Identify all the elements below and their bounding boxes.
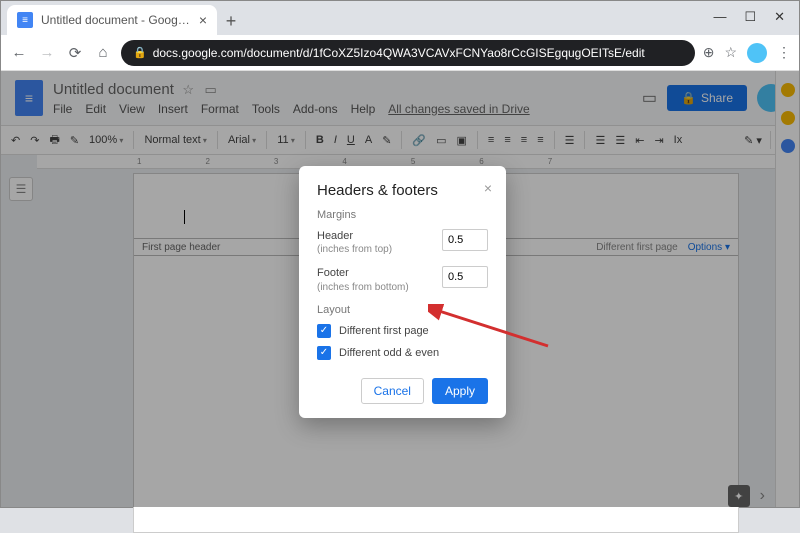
checkbox-checked-icon: ✓ [317, 324, 331, 338]
url-text: docs.google.com/document/d/1fCoXZ5Izo4QW… [153, 46, 645, 60]
footer-margin-label: Footer [317, 266, 409, 280]
footer-margin-input[interactable] [442, 266, 488, 288]
tab-close-icon[interactable]: × [199, 12, 207, 28]
browser-tab[interactable]: ≡ Untitled document - Google Docs × [7, 5, 217, 35]
lock-icon: 🔒 [133, 46, 147, 59]
back-icon[interactable]: ← [9, 44, 29, 61]
minimize-icon[interactable]: — [713, 9, 726, 25]
close-window-icon[interactable]: ✕ [774, 9, 785, 25]
tab-title: Untitled document - Google Docs [41, 13, 191, 27]
margins-label: Margins [317, 209, 488, 221]
forward-icon[interactable]: → [37, 44, 57, 61]
apply-button[interactable]: Apply [432, 378, 488, 404]
header-margin-label: Header [317, 229, 392, 243]
dialog-close-icon[interactable]: × [484, 180, 492, 196]
zoom-icon[interactable]: ⊕ [703, 44, 715, 61]
maximize-icon[interactable]: ☐ [744, 9, 756, 25]
footer-margin-sub: (inches from bottom) [317, 281, 409, 294]
menu-icon[interactable]: ⋮ [777, 44, 791, 61]
checkbox-checked-icon: ✓ [317, 346, 331, 360]
diff-odd-even-checkbox[interactable]: ✓ Different odd & even [317, 346, 488, 360]
extension-icon[interactable] [747, 43, 767, 63]
url-field[interactable]: 🔒 docs.google.com/document/d/1fCoXZ5Izo4… [121, 40, 695, 66]
dialog-title: Headers & footers [317, 182, 488, 199]
star-icon[interactable]: ☆ [724, 44, 737, 61]
cancel-button[interactable]: Cancel [361, 378, 424, 404]
window-controls: — ☐ ✕ [703, 5, 795, 29]
home-icon[interactable]: ⌂ [93, 44, 113, 61]
reload-icon[interactable]: ⟳ [65, 44, 85, 62]
headers-footers-dialog: × Headers & footers Margins Header (inch… [299, 166, 506, 418]
header-margin-sub: (inches from top) [317, 243, 392, 256]
docs-favicon: ≡ [17, 12, 33, 28]
address-bar: ← → ⟳ ⌂ 🔒 docs.google.com/document/d/1fC… [1, 35, 799, 71]
diff-first-page-checkbox[interactable]: ✓ Different first page [317, 324, 488, 338]
header-margin-input[interactable] [442, 229, 488, 251]
titlebar: ≡ Untitled document - Google Docs × + — … [1, 1, 799, 35]
new-tab-button[interactable]: + [217, 7, 245, 35]
layout-label: Layout [317, 304, 488, 316]
